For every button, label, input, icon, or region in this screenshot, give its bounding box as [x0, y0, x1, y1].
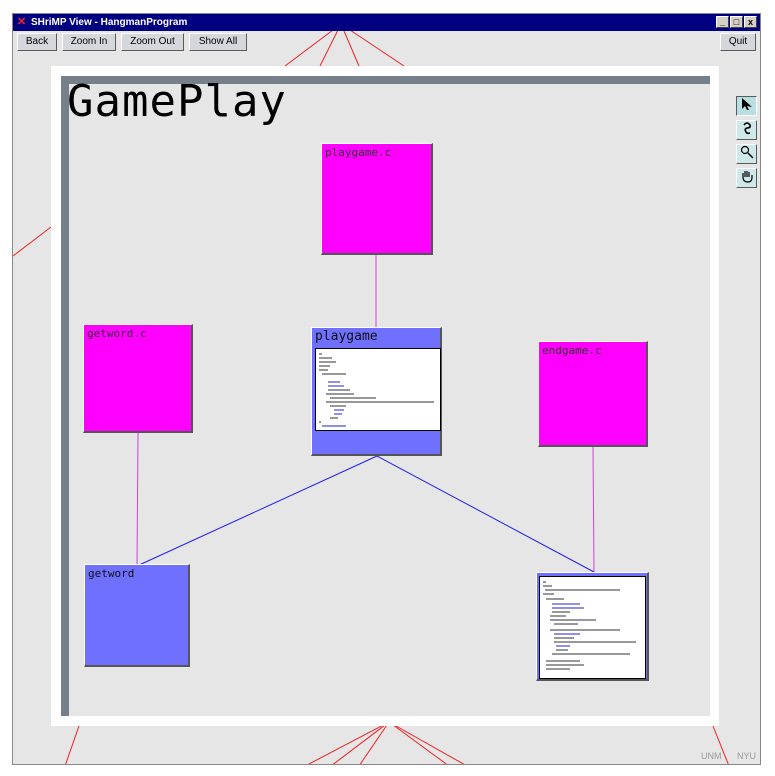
node-label: endgame.c: [542, 344, 602, 357]
node-getword-c[interactable]: getword.c: [83, 324, 193, 433]
magnifier-icon: [740, 145, 754, 159]
node-label: getword.c: [87, 327, 147, 340]
footer-left-label: UNM: [701, 751, 722, 761]
node-label: playgame.c: [325, 146, 392, 159]
code-preview: [315, 348, 441, 431]
lasso-icon: [742, 122, 751, 135]
code-lines: [319, 353, 434, 427]
node-endgame[interactable]: [536, 572, 649, 681]
arrow-icon: [741, 98, 752, 110]
node-label: getword: [88, 567, 135, 580]
magnify-tool[interactable]: [736, 144, 757, 164]
hand-icon: [741, 171, 753, 183]
footer-right-label: NYU: [737, 751, 757, 761]
node-getword[interactable]: getword: [84, 564, 190, 667]
node-endgame-c[interactable]: endgame.c: [538, 341, 648, 447]
arrow-select-tool[interactable]: [736, 96, 757, 116]
node-playgame-c[interactable]: playgame.c: [321, 143, 433, 255]
shrimp-window: ✕ SHriMP View - HangmanProgram _ □ x Bac…: [12, 13, 761, 765]
code-lines: [543, 581, 636, 670]
node-label: playgame: [315, 329, 378, 344]
pan-tool[interactable]: [736, 168, 757, 188]
lasso-tool[interactable]: [736, 120, 757, 140]
node-playgame[interactable]: playgame: [311, 327, 442, 456]
code-preview: [539, 576, 646, 679]
